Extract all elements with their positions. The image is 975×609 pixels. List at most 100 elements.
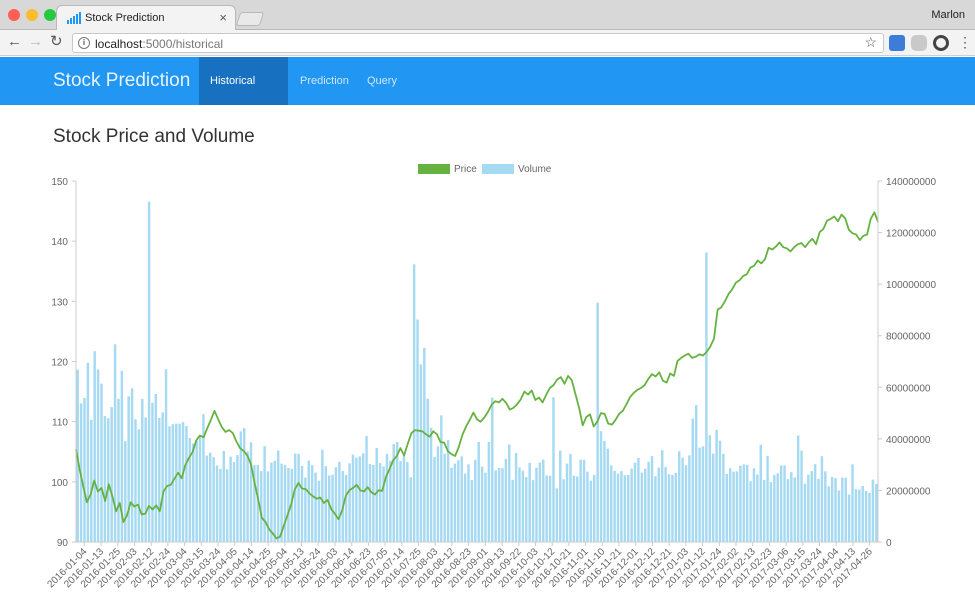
volume-bar (433, 456, 436, 542)
volume-bar (107, 418, 110, 542)
volume-bar (545, 475, 548, 542)
volume-bar (358, 456, 361, 542)
legend-label-price: Price (454, 164, 477, 175)
volume-bar (684, 465, 688, 542)
volume-bar (147, 201, 151, 542)
volume-bar (742, 464, 745, 542)
volume-bar (504, 458, 508, 542)
volume-bar (650, 456, 654, 542)
volume-bar (576, 476, 579, 542)
volume-bar (96, 369, 100, 542)
volume-bar (871, 479, 875, 542)
volume-bar (582, 459, 586, 542)
volume-bar (242, 428, 246, 542)
volume-bar (93, 351, 96, 542)
volume-bar (293, 453, 297, 542)
volume-bar (164, 369, 168, 542)
volume-bar (762, 479, 766, 542)
volume-bar (834, 478, 837, 542)
volume-bar (562, 479, 565, 542)
volume-bar (236, 455, 239, 542)
volume-bar (141, 398, 144, 542)
volume-bar (226, 469, 229, 542)
volume-bar (759, 444, 762, 542)
volume-bar (528, 462, 531, 542)
volume-bar (739, 465, 742, 542)
volume-bar (426, 398, 429, 542)
legend-swatch-volume (482, 164, 514, 174)
volume-bar (620, 471, 623, 542)
volume-bar (382, 466, 385, 542)
volume-bar (219, 469, 222, 542)
volume-bar (603, 440, 606, 542)
volume-bar (555, 488, 559, 542)
volume-bar (463, 473, 467, 542)
volume-bar (300, 465, 304, 542)
volume-bar (501, 468, 504, 542)
volume-bar (616, 473, 620, 542)
volume-bar (419, 364, 423, 542)
volume-bar (130, 388, 134, 542)
volume-bar (304, 477, 307, 542)
volume-bar (310, 465, 314, 542)
volume-bar (195, 440, 198, 542)
volume-bar (579, 459, 582, 542)
volume-bar (623, 475, 627, 542)
volume-bar (807, 474, 810, 542)
volume-bar (100, 383, 103, 542)
volume-bar (497, 467, 501, 542)
volume-bar (664, 466, 667, 542)
volume-bar (327, 475, 331, 542)
volume-bar (875, 483, 878, 542)
volume-bar (691, 418, 695, 542)
volume-bar (715, 429, 718, 542)
volume-bar (817, 478, 820, 542)
volume-bar (205, 455, 209, 542)
volume-bar (769, 482, 773, 542)
volume-bar (589, 480, 593, 542)
left-axis-tick-label: 150 (51, 177, 68, 188)
left-axis-tick-label: 110 (52, 418, 68, 429)
volume-bar (389, 460, 392, 542)
volume-bar (810, 471, 813, 542)
volume-bar (453, 463, 457, 542)
volume-bar (406, 461, 409, 542)
volume-bar (613, 470, 616, 542)
volume-bar (446, 440, 450, 542)
volume-bar (841, 477, 844, 542)
volume-bar (630, 468, 633, 542)
volume-bar (181, 422, 185, 542)
volume-bar (671, 474, 674, 542)
volume-bar (480, 466, 484, 542)
volume-bar (287, 467, 290, 542)
volume-bar (467, 464, 470, 542)
volume-bar (796, 435, 800, 542)
volume-bar (643, 468, 647, 542)
volume-bar (627, 474, 630, 542)
volume-bar (368, 464, 372, 542)
volume-bar (429, 427, 433, 542)
volume-bar (276, 450, 280, 542)
legend-label-volume: Volume (518, 164, 552, 175)
volume-bar (283, 464, 287, 542)
left-axis-tick-label: 100 (51, 478, 68, 489)
volume-bar (273, 460, 277, 542)
volume-bar (535, 467, 538, 542)
volume-bar (786, 479, 790, 542)
volume-bar (820, 456, 824, 542)
volume-bar (355, 457, 358, 542)
volume-bar (565, 463, 569, 542)
volume-bar (402, 454, 406, 542)
volume-bar (718, 440, 722, 542)
volume-bar (745, 464, 749, 542)
volume-bars (76, 201, 878, 542)
volume-bar (344, 474, 348, 542)
volume-bar (83, 397, 86, 542)
volume-bar (450, 467, 453, 542)
volume-bar (793, 477, 796, 542)
volume-bar (586, 471, 589, 542)
volume-bar (307, 460, 311, 542)
volume-bar (508, 444, 511, 542)
volume-bar (599, 431, 603, 542)
volume-bar (674, 472, 678, 542)
